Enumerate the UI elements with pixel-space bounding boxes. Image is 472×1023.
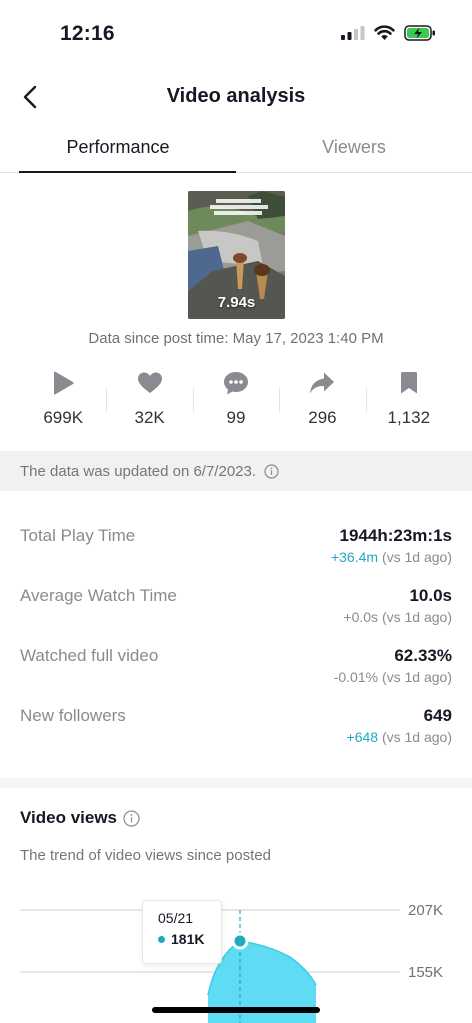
post-time-text: Data since post time: May 17, 2023 1:40 … [88,330,384,347]
status-bar: 12:16 [0,0,472,70]
selected-point-marker[interactable] [231,932,249,950]
stat-value: 1944h:23m:1s [339,526,452,545]
status-icons [341,25,436,41]
stat-value: 649 [423,706,452,725]
stat-delta: +648 [346,729,379,745]
battery-charging-icon [404,25,435,41]
tab-viewers-label: Viewers [322,137,386,157]
metric-value: 296 [308,408,337,427]
section-divider [0,778,472,788]
info-icon[interactable] [264,463,279,479]
stat-change: +648 (vs 1d ago) [347,729,452,745]
tab-performance[interactable]: Performance [0,126,236,173]
stat-value: 62.33% [394,646,452,665]
stat-change: +36.4m (vs 1d ago) [331,549,452,565]
metric-value: 699K [43,408,84,427]
play-icon [54,371,74,395]
header: Video analysis [0,74,472,120]
stat-compare: (vs 1d ago) [378,609,452,625]
y-tick-label: 155K [408,964,443,981]
stat-total-play-time: Total Play Time 1944h:23m:1s +36.4m (vs … [20,526,452,576]
stat-compare: (vs 1d ago) [378,549,452,565]
stat-value: 10.0s [409,586,452,605]
share-icon [310,372,335,394]
bookmark-icon [400,372,417,394]
metric-shares: 296 [279,368,365,438]
stat-watched-full-video: Watched full video 62.33% -0.01% (vs 1d … [20,646,452,696]
page-title: Video analysis [166,85,306,107]
chart-tooltip: 05/21 181K [142,900,222,964]
stat-delta: +36.4m [330,549,379,565]
home-indicator[interactable] [152,1007,320,1013]
metric-value: 1,132 [387,408,431,427]
stat-label: Average Watch Time [20,586,177,605]
tab-bar: Performance Viewers [0,126,472,173]
video-views-subtitle: The trend of video views since posted [20,847,271,864]
stat-average-watch-time: Average Watch Time 10.0s +0.0s (vs 1d ag… [20,586,452,636]
metric-comments: 99 [192,368,279,438]
metric-value: 32K [134,408,165,427]
stat-compare: (vs 1d ago) [378,729,452,745]
series-dot-icon [158,935,165,943]
engagement-metrics: 699K 32K 99 296 1,132 [20,368,452,438]
stat-change: +0.0s (vs 1d ago) [343,609,452,625]
stat-delta: +0.0s [343,609,379,625]
video-thumbnail[interactable]: 7.94s [188,191,285,319]
tooltip-value-row: 181K [158,931,221,947]
cellular-signal-icon [341,26,365,40]
metric-views: 699K [20,368,106,438]
video-duration: 7.94s [217,294,256,311]
tab-viewers[interactable]: Viewers [236,126,472,172]
stat-delta: -0.01% [333,669,379,685]
info-icon[interactable] [123,809,140,827]
comment-icon [224,372,249,395]
metric-likes: 32K [106,368,192,438]
video-views-heading: Video views [20,808,140,828]
video-views-title: Video views [20,808,118,827]
data-updated-text: The data was updated on 6/7/2023. [20,462,257,480]
metric-value: 99 [226,408,246,427]
stat-label: Watched full video [20,646,159,665]
status-time: 12:16 [60,22,115,45]
metric-saves: 1,132 [365,368,452,438]
heart-icon [137,372,162,393]
tooltip-date: 05/21 [158,910,194,926]
stat-label: Total Play Time [20,526,136,545]
video-views-chart[interactable]: 207K 155K [0,895,472,1023]
y-tick-label: 207K [408,902,443,919]
data-updated-notice: The data was updated on 6/7/2023. [0,451,472,491]
stat-label: New followers [20,706,126,725]
stat-compare: (vs 1d ago) [378,669,452,685]
active-tab-indicator [19,171,236,173]
stat-new-followers: New followers 649 +648 (vs 1d ago) [20,706,452,756]
tooltip-value: 181K [171,931,205,947]
tab-performance-label: Performance [66,137,170,157]
wifi-icon [374,25,395,40]
stat-change: -0.01% (vs 1d ago) [334,669,452,685]
